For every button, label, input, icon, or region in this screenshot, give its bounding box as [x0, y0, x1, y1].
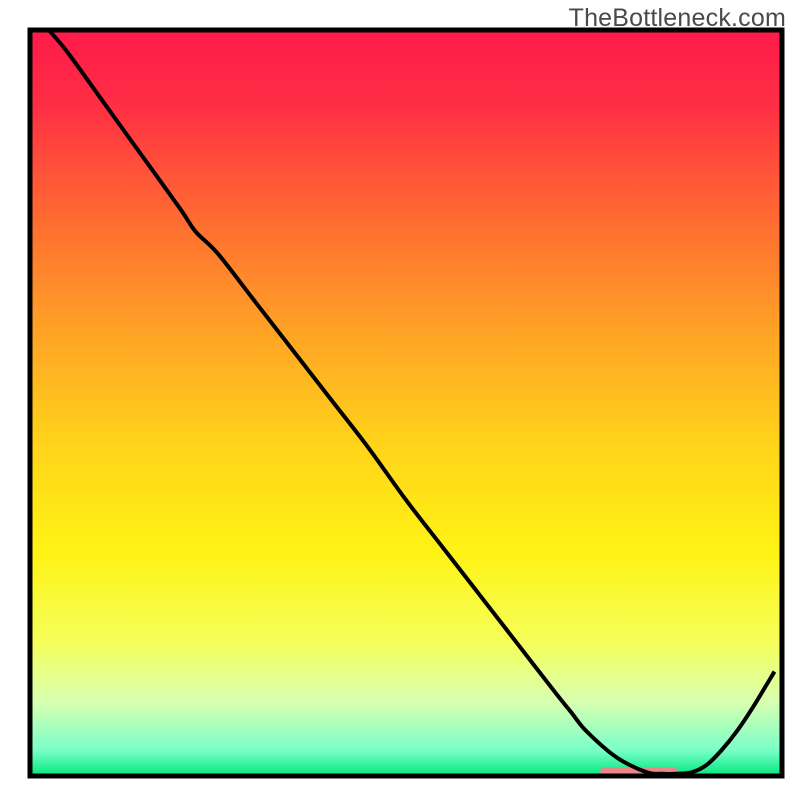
watermark-text: TheBottleneck.com [569, 4, 786, 33]
chart-svg [0, 0, 800, 800]
bottleneck-chart: TheBottleneck.com [0, 0, 800, 800]
plot-background [30, 30, 782, 776]
